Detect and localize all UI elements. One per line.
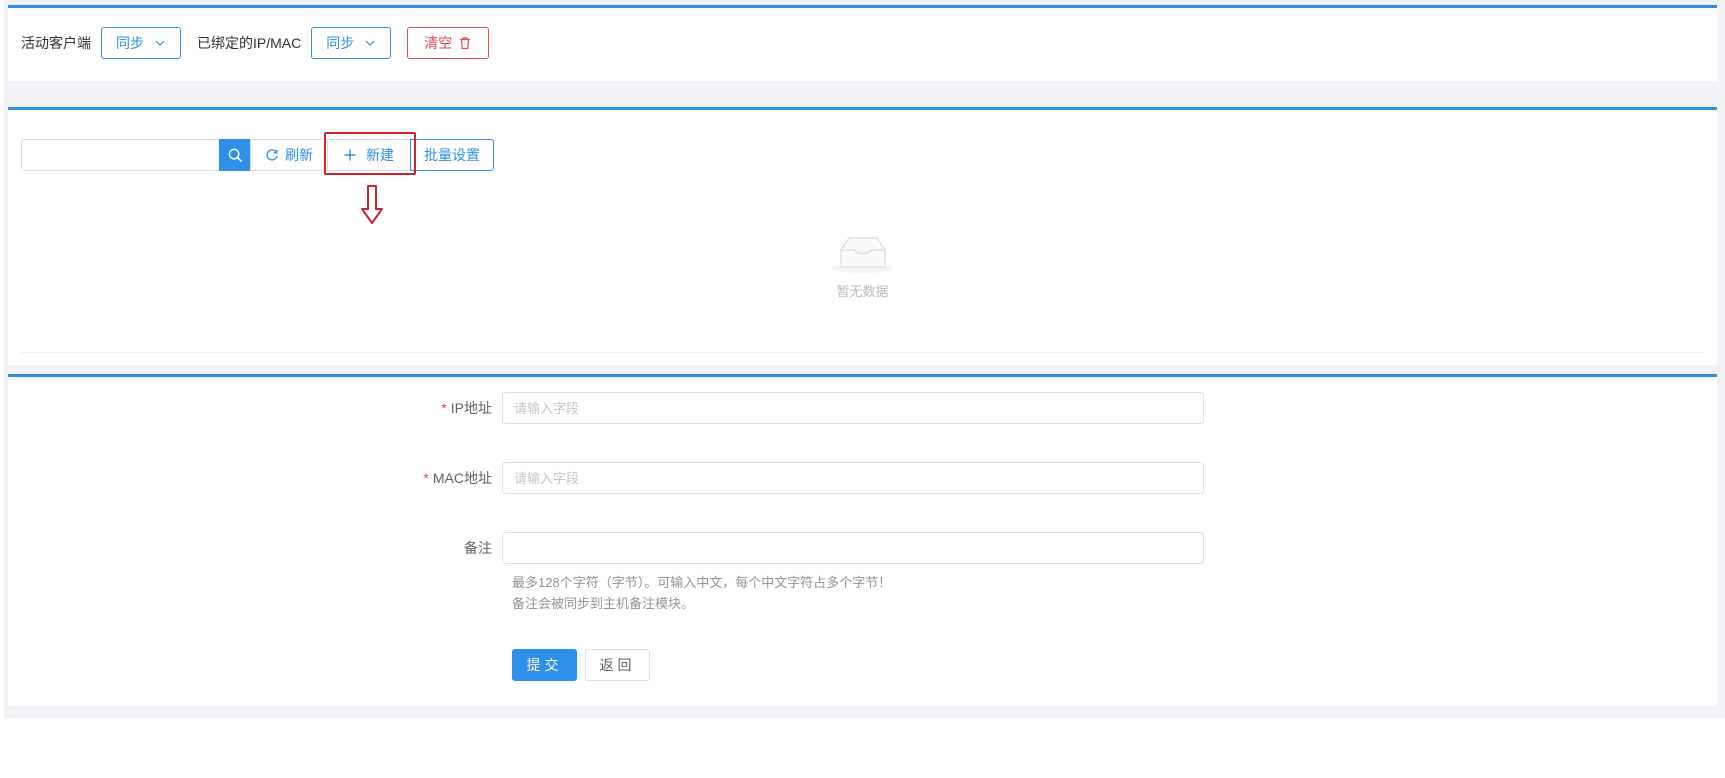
mac-input[interactable] <box>502 462 1204 494</box>
refresh-button[interactable]: 刷新 <box>250 139 328 171</box>
active-clients-sync-dropdown[interactable]: 同步 <box>101 27 181 59</box>
search-icon <box>228 148 242 162</box>
back-button[interactable]: 返回 <box>585 649 650 681</box>
ip-label: * IP地址 <box>8 398 502 418</box>
remark-label: 备注 <box>464 540 492 556</box>
remark-row: 备注 <box>8 532 1204 564</box>
plus-icon <box>344 149 356 161</box>
sync-panel: 活动客户端 同步 已绑定的IP/MAC 同步 清空 <box>8 5 1717 81</box>
form-panel: *IP地址 *MAC地址 备注 最多128个字符（字节）。可输入中文，每个中文字… <box>8 374 1717 706</box>
new-label: 新建 <box>366 147 394 163</box>
batch-label: 批量设置 <box>424 147 480 163</box>
ip-input[interactable] <box>502 392 1204 424</box>
required-mark: * <box>423 470 429 486</box>
table-divider <box>21 352 1704 353</box>
clear-button[interactable]: 清空 <box>407 27 490 59</box>
remark-hint-1: 最多128个字符（字节）。可输入中文，每个中文字符占多个字节！ <box>512 575 892 590</box>
active-sync-label: 同步 <box>116 35 144 51</box>
refresh-icon <box>266 149 278 161</box>
refresh-label: 刷新 <box>285 147 313 163</box>
clear-label: 清空 <box>424 35 453 51</box>
ip-row: * IP地址 <box>8 392 1204 424</box>
list-toolbar: 刷新 新建 批量设置 <box>21 139 494 171</box>
search-input[interactable] <box>21 139 219 171</box>
bound-ip-mac-label: 已绑定的IP/MAC <box>197 35 302 51</box>
batch-settings-button[interactable]: 批量设置 <box>410 139 494 171</box>
empty-text: 暂无数据 <box>836 284 889 299</box>
search-button[interactable] <box>219 139 251 171</box>
remark-input[interactable] <box>502 532 1204 564</box>
mac-label: * MAC地址 <box>8 468 502 488</box>
required-mark: * <box>441 400 447 416</box>
mac-label-text: MAC地址 <box>432 470 492 486</box>
arrow-down-icon <box>361 185 383 224</box>
active-clients-label: 活动客户端 <box>21 35 91 51</box>
mac-row: * MAC地址 <box>8 462 1204 494</box>
submit-button[interactable]: 提交 <box>512 649 577 681</box>
chevron-down-icon <box>155 40 165 46</box>
ip-label-text: IP地址 <box>450 400 492 416</box>
remark-hint-2: 备注会被同步到主机备注模块。 <box>512 596 695 611</box>
bound-sync-dropdown[interactable]: 同步 <box>311 27 392 59</box>
empty-state: 暂无数据 <box>8 233 1717 300</box>
sync-row: 活动客户端 同步 已绑定的IP/MAC 同步 清空 <box>21 27 490 59</box>
bound-sync-label: 同步 <box>326 35 355 51</box>
empty-inbox-icon <box>831 237 894 273</box>
trash-icon <box>460 37 471 50</box>
chevron-down-icon <box>365 40 375 46</box>
new-button[interactable]: 新建 <box>327 139 411 171</box>
list-panel: 刷新 新建 批量设置 暂无数据 <box>8 107 1717 365</box>
